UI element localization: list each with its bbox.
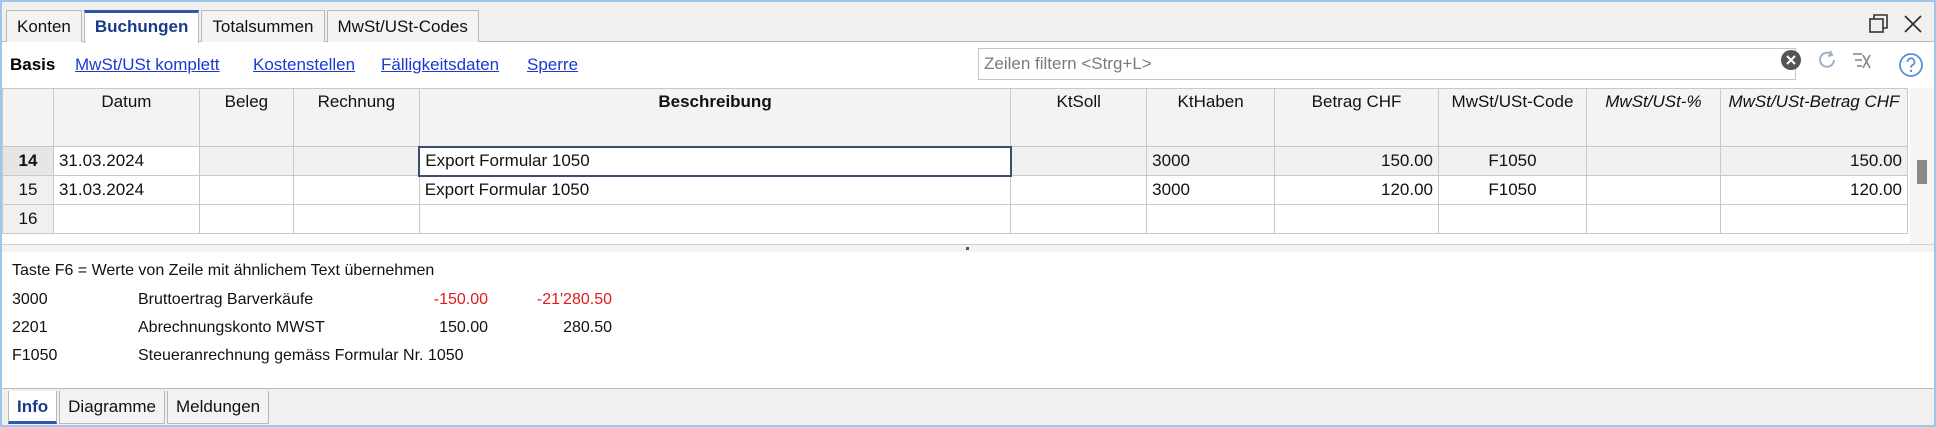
restore-window-icon[interactable] bbox=[1866, 11, 1892, 37]
table-row[interactable]: 15 31.03.2024 Export Formular 1050 3000 … bbox=[2, 175, 1909, 205]
clear-filter-icon[interactable] bbox=[1780, 49, 1802, 71]
cell-mwst-pct[interactable] bbox=[1585, 175, 1721, 205]
info-amount: -150.00 bbox=[433, 291, 488, 308]
top-tabs: Konten Buchungen Totalsummen MwSt/USt-Co… bbox=[6, 10, 481, 43]
view-kostenstellen[interactable]: Kostenstellen bbox=[253, 55, 355, 75]
info-vat-code: F1050 bbox=[12, 347, 58, 364]
info-vat-label: Steueranrechnung gemäss Formular Nr. 105… bbox=[138, 347, 464, 364]
cell-mwst-pct[interactable] bbox=[1585, 146, 1721, 176]
table-row[interactable]: 14 31.03.2024 Export Formular 1050 3000 … bbox=[2, 145, 1909, 177]
filter-input[interactable] bbox=[979, 49, 1795, 79]
cell-mwst-pct[interactable] bbox=[1585, 204, 1721, 234]
app-window: Konten Buchungen Totalsummen MwSt/USt-Co… bbox=[0, 0, 1936, 427]
cell-rechnung[interactable] bbox=[292, 175, 420, 205]
info-hint: Taste F6 = Werte von Zeile mit ähnlichem… bbox=[12, 262, 435, 279]
header-datum[interactable]: Datum bbox=[52, 88, 200, 147]
info-account-label: Abrechnungskonto MWST bbox=[138, 319, 325, 336]
view-bar: Basis MwSt/USt komplett Kostenstellen Fä… bbox=[2, 43, 1934, 87]
splitter-grip-icon bbox=[966, 247, 969, 250]
info-account-code: 2201 bbox=[12, 319, 48, 336]
view-mwst-komplett[interactable]: MwSt/USt komplett bbox=[75, 55, 220, 75]
cell-mwst-betrag[interactable] bbox=[1719, 204, 1909, 234]
cell-rechnung[interactable] bbox=[292, 204, 420, 234]
top-tab-bar: Konten Buchungen Totalsummen MwSt/USt-Co… bbox=[2, 2, 1934, 43]
bottom-tab-bar: Info Diagramme Meldungen bbox=[2, 388, 1934, 425]
cell-kthaben[interactable] bbox=[1146, 204, 1276, 234]
cell-datum[interactable] bbox=[52, 204, 200, 234]
tab-buchungen[interactable]: Buchungen bbox=[83, 10, 200, 43]
header-kthaben[interactable]: KtHaben bbox=[1146, 88, 1276, 147]
header-row-number bbox=[2, 88, 54, 147]
info-panel: Taste F6 = Werte von Zeile mit ähnlichem… bbox=[2, 253, 1934, 388]
cell-beleg[interactable] bbox=[198, 146, 294, 176]
cell-mwst-code[interactable]: F1050 bbox=[1437, 146, 1587, 176]
cell-betrag[interactable] bbox=[1274, 204, 1439, 234]
scrollbar-thumb[interactable] bbox=[1917, 160, 1927, 184]
cell-mwst-code[interactable] bbox=[1437, 204, 1587, 234]
cell-beschreibung-selected[interactable]: Export Formular 1050 bbox=[418, 145, 1012, 177]
table-header-row: Datum Beleg Rechnung Beschreibung KtSoll… bbox=[2, 88, 1909, 147]
header-beleg[interactable]: Beleg bbox=[198, 88, 294, 147]
tab-totalsummen[interactable]: Totalsummen bbox=[201, 10, 325, 42]
cell-mwst-betrag[interactable]: 150.00 bbox=[1719, 146, 1909, 176]
bookings-table: Datum Beleg Rechnung Beschreibung KtSoll… bbox=[2, 88, 1909, 234]
tab-info[interactable]: Info bbox=[8, 391, 58, 424]
header-ktsoll[interactable]: KtSoll bbox=[1010, 88, 1148, 147]
info-balance: 280.50 bbox=[563, 319, 612, 336]
row-number[interactable]: 15 bbox=[2, 175, 54, 205]
view-faelligkeitsdaten[interactable]: Fälligkeitsdaten bbox=[381, 55, 499, 75]
cell-datum[interactable]: 31.03.2024 bbox=[52, 146, 200, 176]
view-basis[interactable]: Basis bbox=[10, 55, 55, 75]
header-mwst-code[interactable]: MwSt/USt-Code bbox=[1437, 88, 1587, 147]
refresh-filter-icon[interactable] bbox=[1816, 49, 1838, 71]
cell-ktsoll[interactable] bbox=[1010, 175, 1148, 205]
view-sperre[interactable]: Sperre bbox=[527, 55, 578, 75]
panel-splitter[interactable] bbox=[2, 244, 1934, 252]
header-mwst-betrag[interactable]: MwSt/USt-Betrag CHF bbox=[1719, 88, 1909, 147]
tab-mwst-codes[interactable]: MwSt/USt-Codes bbox=[326, 10, 479, 42]
cell-mwst-betrag[interactable]: 120.00 bbox=[1719, 175, 1909, 205]
cell-mwst-code[interactable]: F1050 bbox=[1437, 175, 1587, 205]
info-account-label: Bruttoertrag Barverkäufe bbox=[138, 291, 314, 308]
bookings-grid: Datum Beleg Rechnung Beschreibung KtSoll… bbox=[2, 88, 1909, 244]
cell-rechnung[interactable] bbox=[292, 146, 420, 176]
info-balance: -21'280.50 bbox=[536, 291, 612, 308]
header-mwst-pct[interactable]: MwSt/USt-% bbox=[1585, 88, 1721, 147]
cell-betrag[interactable]: 120.00 bbox=[1274, 175, 1439, 205]
cell-kthaben[interactable]: 3000 bbox=[1146, 175, 1276, 205]
info-amount: 150.00 bbox=[439, 319, 488, 336]
bottom-tabs: Info Diagramme Meldungen bbox=[8, 391, 271, 424]
cell-beleg[interactable] bbox=[198, 204, 294, 234]
header-betrag[interactable]: Betrag CHF bbox=[1274, 88, 1439, 147]
cell-beschreibung[interactable] bbox=[418, 204, 1012, 234]
header-beschreibung[interactable]: Beschreibung bbox=[418, 88, 1012, 147]
cell-beschreibung[interactable]: Export Formular 1050 bbox=[418, 175, 1012, 205]
cell-ktsoll[interactable] bbox=[1010, 204, 1148, 234]
help-icon[interactable] bbox=[1898, 52, 1924, 78]
tab-konten[interactable]: Konten bbox=[6, 10, 82, 42]
tab-diagramme[interactable]: Diagramme bbox=[59, 391, 166, 424]
cell-ktsoll[interactable] bbox=[1010, 146, 1148, 176]
filter-box bbox=[978, 48, 1796, 80]
filter-options-icon[interactable] bbox=[1850, 49, 1872, 71]
vertical-scrollbar[interactable] bbox=[1910, 88, 1934, 244]
cell-beleg[interactable] bbox=[198, 175, 294, 205]
close-window-icon[interactable] bbox=[1900, 11, 1926, 37]
table-row[interactable]: 16 bbox=[2, 204, 1909, 234]
tab-meldungen[interactable]: Meldungen bbox=[167, 391, 270, 424]
row-number[interactable]: 14 bbox=[2, 146, 54, 176]
cell-kthaben[interactable]: 3000 bbox=[1146, 146, 1276, 176]
cell-betrag[interactable]: 150.00 bbox=[1274, 146, 1439, 176]
info-account-code: 3000 bbox=[12, 291, 48, 308]
cell-datum[interactable]: 31.03.2024 bbox=[52, 175, 200, 205]
row-number[interactable]: 16 bbox=[2, 204, 54, 234]
header-rechnung[interactable]: Rechnung bbox=[292, 88, 420, 147]
